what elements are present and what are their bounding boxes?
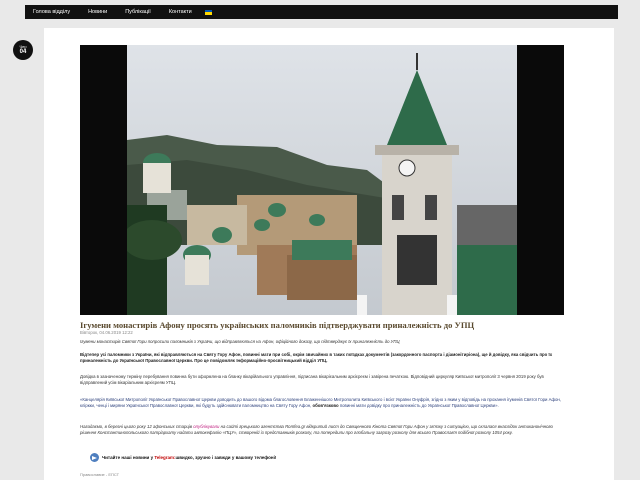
quote-text-b: повинні мати довідку про приналежність д… (338, 403, 499, 409)
article-meta: Вівторок, 04.06.2019 12:22 (80, 330, 133, 335)
article-reminder: Нагадаємо, в березні цього року 12 афонс… (80, 424, 568, 436)
lead-text: Відтепер усі паломники з України, які ві… (80, 352, 553, 364)
date-day: 04 (19, 49, 27, 55)
telegram-text-b: швидко, зручно і завжди у вашому телефон… (175, 455, 277, 460)
top-navigation: Голова відділу Новини Публікації Контакт… (25, 5, 618, 19)
nav-item-publications[interactable]: Публікації (116, 9, 160, 15)
article-lead: Відтепер усі паломники з України, які ві… (80, 352, 568, 364)
nav-item-contacts[interactable]: Контакти (160, 9, 201, 15)
telegram-promo: Читайте наші новини у Telegram: швидко, … (90, 453, 276, 462)
nav-item-news[interactable]: Новини (79, 9, 116, 15)
telegram-icon[interactable] (90, 453, 99, 462)
reminder-text-a: Нагадаємо, в березні цього року 12 афонс… (80, 424, 194, 429)
nav-item-head[interactable]: Голова відділу (25, 9, 79, 15)
caption-text: Ігумени монастирів Святої Гори попросили… (80, 339, 400, 344)
quote-bold: обов'язково (312, 403, 339, 409)
article-source: Православие - ЕПСТ (80, 472, 120, 477)
monastery-image (127, 45, 517, 315)
article-paragraph: Довідка в зазначеному терміну перебуванн… (80, 374, 544, 386)
date-badge: Чер 04 (13, 40, 33, 60)
article-title: Ігумени монастирів Афону просять українс… (80, 320, 475, 330)
flag-ukraine-icon[interactable] (204, 9, 212, 15)
article-container: Ігумени монастирів Афону просять українс… (44, 28, 614, 480)
published-link[interactable]: опублікували (193, 424, 219, 429)
article-photo (80, 45, 564, 315)
telegram-link[interactable]: Telegram: (154, 455, 175, 460)
article-quote: «Канцелярія Київської Митрополії Українс… (80, 397, 568, 409)
article-caption: Ігумени монастирів Святої Гори попросили… (80, 339, 568, 345)
telegram-text-a: Читайте наші новини у (102, 455, 154, 460)
